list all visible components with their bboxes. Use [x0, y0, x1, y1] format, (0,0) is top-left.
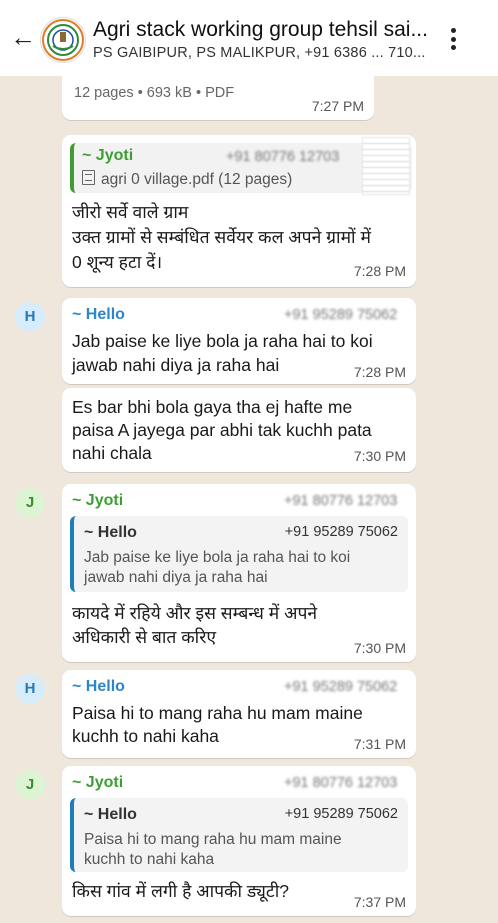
document-name: agri 0 village.pdf (12 pages)	[82, 170, 292, 189]
message-text: जीरो सर्वे वाले ग्राम	[72, 202, 189, 222]
sender-phone: +91 95289 75062	[284, 679, 398, 695]
chat-header: ← Agri stack working group tehsil sai...…	[0, 0, 498, 76]
sender-avatar[interactable]: J	[15, 770, 45, 800]
group-title[interactable]: Agri stack working group tehsil sai...	[93, 18, 443, 42]
sender-name: ~ Jyoti	[82, 147, 134, 164]
message-text: कायदे में रहिये और इस सम्बन्ध में अपने	[72, 603, 318, 623]
message-text: Jab paise ke liye bola ja raha hai to ko…	[72, 331, 373, 351]
message-text: paisa A jayega par abhi tak kuchh pata	[72, 420, 372, 440]
message-text: Es bar bhi bola gaya tha ej hafte me	[72, 397, 353, 417]
chat-screen: ← Agri stack working group tehsil sai...…	[0, 0, 498, 923]
message-text: kuchh to nahi kaha	[72, 726, 219, 746]
group-avatar[interactable]	[40, 17, 86, 63]
document-icon	[82, 170, 95, 185]
sender-phone: +91 80776 12703	[284, 493, 398, 509]
quoted-text: Paisa hi to mang raha hu mam maine kuchh …	[84, 830, 398, 870]
message-time: 7:30 PM	[353, 448, 406, 464]
message-time: 7:28 PM	[353, 263, 406, 279]
quoted-message[interactable]: ~ Hello +91 95289 75062 Paisa hi to mang…	[70, 798, 408, 872]
back-arrow-icon[interactable]: ←	[10, 24, 36, 50]
message-text: अधिकारी से बात करिए	[72, 627, 217, 647]
message-text: nahi chala	[72, 443, 152, 463]
document-meta: 12 pages • 693 kB • PDF	[74, 85, 235, 101]
sender-avatar[interactable]: J	[15, 488, 45, 518]
quoted-phone: +91 95289 75062	[284, 524, 398, 540]
quoted-text-line: Jab paise ke liye bola ja raha hai to ko…	[84, 549, 351, 566]
message-list[interactable]: 12 pages • 693 kB • PDF 7:27 PM ~ Jyoti …	[0, 62, 498, 923]
quoted-text: Jab paise ke liye bola ja raha hai to ko…	[84, 548, 398, 588]
message-time: 7:37 PM	[353, 894, 406, 910]
message-text: उक्त ग्रामों से सम्बंधित सर्वेयर कल अपने…	[72, 227, 371, 247]
sender-phone: +91 80776 12703	[226, 149, 340, 165]
document-preview[interactable]: ~ Jyoti +91 80776 12703 agri 0 village.p…	[70, 137, 412, 195]
message-time: 7:31 PM	[353, 736, 406, 752]
document-thumbnail	[362, 137, 410, 195]
more-options-icon[interactable]	[446, 28, 460, 54]
message-time: 7:27 PM	[311, 98, 364, 114]
sender-name: ~ Hello	[72, 306, 125, 323]
quoted-text-line: kuchh to nahi kaha	[84, 851, 215, 868]
message-text: किस गांव में लगी है आपकी ड्यूटी?	[72, 881, 290, 901]
sender-phone: +91 95289 75062	[284, 307, 398, 323]
sender-name: ~ Jyoti	[72, 774, 124, 791]
quoted-phone: +91 95289 75062	[284, 806, 398, 822]
message-text: Paisa hi to mang raha hu mam maine	[72, 703, 363, 723]
sender-name: ~ Jyoti	[72, 492, 124, 509]
message-time: 7:28 PM	[353, 364, 406, 380]
message-time: 7:30 PM	[353, 640, 406, 656]
sender-avatar[interactable]: H	[15, 674, 45, 704]
emblem-logo-icon	[42, 19, 84, 61]
message-bubble[interactable]: ~ Hello +91 95289 75062 Paisa hi to mang…	[62, 670, 416, 758]
quoted-text-line: jawab nahi diya ja raha hai	[84, 569, 268, 586]
sender-avatar[interactable]: H	[15, 302, 45, 332]
message-bubble[interactable]: Es bar bhi bola gaya tha ej hafte me pai…	[62, 388, 416, 472]
group-members[interactable]: PS GAIBIPUR, PS MALIKPUR, +91 6386 ... 7…	[93, 45, 433, 61]
message-text: jawab nahi diya ja raha hai	[72, 355, 280, 375]
message-bubble[interactable]: ~ Jyoti +91 80776 12703 ~ Hello +91 9528…	[62, 484, 416, 662]
quoted-message[interactable]: ~ Hello +91 95289 75062 Jab paise ke liy…	[70, 516, 408, 592]
message-bubble[interactable]: ~ Jyoti +91 80776 12703 agri 0 village.p…	[62, 135, 416, 287]
document-name-text: agri 0 village.pdf (12 pages)	[101, 171, 293, 188]
sender-phone: +91 80776 12703	[284, 775, 398, 791]
message-bubble[interactable]: ~ Hello +91 95289 75062 Jab paise ke liy…	[62, 298, 416, 384]
message-bubble[interactable]: ~ Jyoti +91 80776 12703 ~ Hello +91 9528…	[62, 766, 416, 916]
quoted-text-line: Paisa hi to mang raha hu mam maine	[84, 831, 342, 848]
message-text: 0 शून्य हटा दें।	[72, 252, 163, 272]
sender-name: ~ Hello	[72, 678, 125, 695]
quoted-sender: ~ Hello	[84, 806, 137, 823]
quoted-sender: ~ Hello	[84, 524, 137, 541]
